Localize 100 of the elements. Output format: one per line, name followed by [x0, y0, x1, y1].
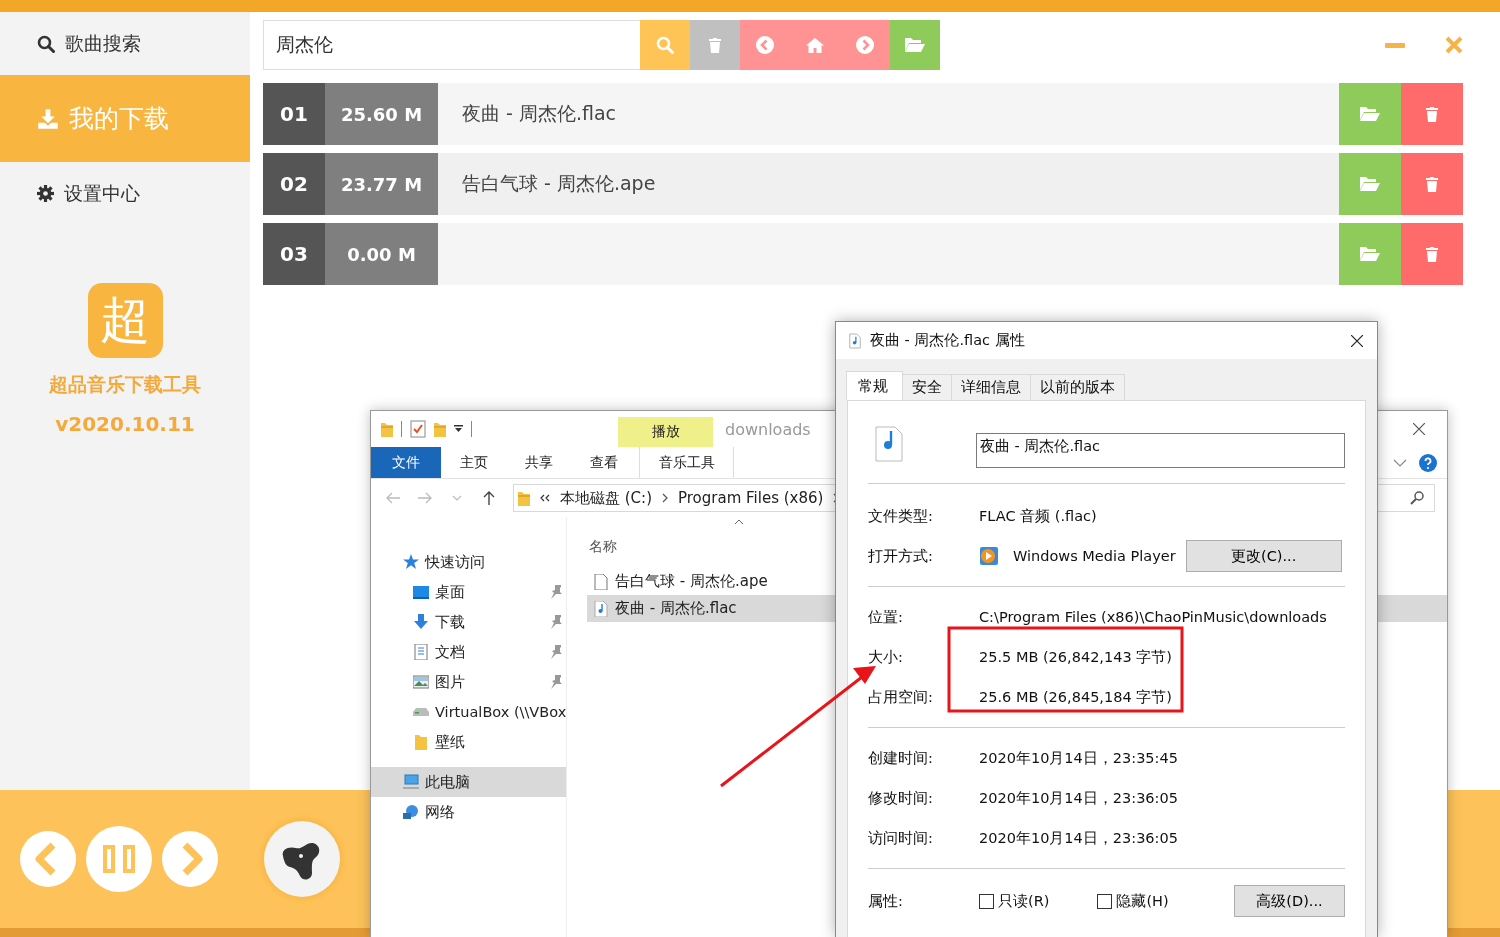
- sidebar-item[interactable]: 歌曲搜索: [0, 12, 250, 75]
- field-label: 文件类型:: [868, 506, 934, 526]
- desktop-icon: [413, 584, 429, 600]
- navigation-item[interactable]: 桌面: [371, 577, 566, 607]
- sidebar-item[interactable]: 设置中心: [0, 162, 250, 225]
- field-value: 25.5 MB (26,842,143 字节): [979, 647, 1172, 667]
- audio-file-icon: [874, 426, 904, 462]
- document-icon: [413, 644, 429, 660]
- file-name-field[interactable]: 夜曲 - 周杰伦.flac: [976, 433, 1345, 468]
- change-button[interactable]: 更改(C)...: [1185, 540, 1342, 572]
- row-number: 01: [263, 83, 325, 145]
- open-folder-button[interactable]: [1339, 83, 1401, 145]
- field-value: C:\Program Files (x86)\ChaoPinMusic\downloads: [979, 609, 1327, 625]
- help-icon: [1419, 453, 1437, 472]
- up-button[interactable]: [481, 490, 497, 506]
- field-label: 修改时间:: [868, 788, 934, 808]
- home-icon: [806, 37, 824, 53]
- ribbon-tab[interactable]: 共享: [506, 447, 571, 478]
- file-size: 23.77 M: [325, 153, 438, 215]
- trash-icon: [1425, 106, 1439, 122]
- breadcrumb-item[interactable]: Program Files (x86): [678, 489, 824, 507]
- folder-open-icon: [1359, 246, 1381, 262]
- close-icon: [1351, 334, 1363, 347]
- file-size: 0.00 M: [325, 223, 438, 285]
- dropdown-icon: [454, 425, 463, 433]
- trash-icon: [1425, 176, 1439, 192]
- dialog-title: 夜曲 - 周杰伦.flac 属性: [870, 331, 1025, 350]
- search-button[interactable]: [640, 20, 690, 70]
- back-button[interactable]: [385, 490, 401, 506]
- picture-icon: [413, 674, 429, 690]
- previous-button[interactable]: [20, 831, 76, 887]
- download-icon: [413, 614, 429, 630]
- search-field[interactable]: 周杰伦: [263, 20, 640, 70]
- audio-file-icon: [593, 600, 609, 617]
- folder-icon: [518, 490, 530, 506]
- next-icon: [162, 831, 218, 887]
- forward-icon: [417, 490, 433, 506]
- folder-icon: [413, 734, 429, 750]
- forward-button[interactable]: [417, 490, 433, 506]
- checkbox-label: 只读(R): [998, 891, 1050, 911]
- checkbox[interactable]: [979, 893, 994, 909]
- ribbon-tab[interactable]: 主页: [441, 447, 506, 478]
- open-folder-button[interactable]: [1339, 153, 1401, 215]
- navigation-item[interactable]: 图片: [371, 667, 566, 697]
- chevron-down-icon: [1393, 458, 1407, 467]
- tab[interactable]: 以前的版本: [1030, 374, 1125, 400]
- minimize-button[interactable]: [1385, 42, 1405, 48]
- field-value: 2020年10月14日，23:36:05: [979, 828, 1178, 848]
- close-button[interactable]: [1413, 423, 1425, 435]
- field-label: 占用空间:: [868, 687, 934, 707]
- next-button[interactable]: [162, 831, 218, 887]
- navigation-item[interactable]: 壁纸: [371, 727, 566, 757]
- fidget-spinner-button[interactable]: [264, 821, 340, 897]
- clear-button[interactable]: [690, 20, 740, 70]
- navigation-item[interactable]: 此电脑: [371, 767, 566, 797]
- field-label: 大小:: [868, 647, 904, 667]
- window-title: downloads: [725, 419, 811, 439]
- checkbox-label: 隐藏(H): [1116, 891, 1169, 911]
- navigation-item[interactable]: 快速访问: [371, 547, 566, 577]
- tab[interactable]: 常规: [846, 371, 903, 400]
- search-icon: [1410, 491, 1424, 505]
- delete-button[interactable]: [1401, 83, 1463, 145]
- help-button[interactable]: [1419, 453, 1437, 472]
- navigation-item[interactable]: 下载: [371, 607, 566, 637]
- pause-button[interactable]: [86, 826, 152, 892]
- ribbon-tab[interactable]: 查看: [571, 447, 636, 478]
- app-logo: 超: [87, 283, 163, 358]
- field-label: 创建时间:: [868, 748, 934, 768]
- navigation-item[interactable]: 网络: [371, 797, 566, 827]
- back-button[interactable]: [740, 20, 790, 70]
- network-icon: [403, 804, 419, 820]
- folder-icon: [381, 421, 393, 437]
- field-label: 访问时间:: [868, 828, 934, 848]
- breadcrumb-item[interactable]: 本地磁盘 (C:): [560, 488, 652, 508]
- properties-icon: [410, 420, 426, 438]
- field-value: Windows Media Player: [1013, 548, 1176, 564]
- folder-open-icon: [904, 37, 926, 53]
- drive-icon: [413, 708, 429, 716]
- sort-ascending-icon: [734, 519, 744, 525]
- contextual-tab-group: 播放: [618, 417, 713, 447]
- open-folder-button[interactable]: [890, 20, 940, 70]
- delete-button[interactable]: [1401, 153, 1463, 215]
- search-icon: [656, 36, 674, 54]
- trash-icon: [708, 37, 722, 53]
- back-icon: [385, 490, 401, 506]
- open-folder-button[interactable]: [1339, 223, 1401, 285]
- computer-icon: [403, 774, 419, 790]
- forward-button[interactable]: [840, 20, 890, 70]
- field-value: 25.6 MB (26,845,184 字节): [979, 687, 1172, 707]
- close-button[interactable]: [1351, 334, 1363, 347]
- advanced-button[interactable]: 高级(D)...: [1234, 885, 1345, 917]
- navigation-item[interactable]: 文档: [371, 637, 566, 667]
- field-value: FLAC 音频 (.flac): [979, 506, 1097, 526]
- checkbox[interactable]: [1097, 893, 1113, 909]
- delete-button[interactable]: [1401, 223, 1463, 285]
- navigation-item[interactable]: VirtualBox (\\VBox: [371, 697, 566, 727]
- trash-icon: [1425, 246, 1439, 262]
- pause-icon: [86, 826, 152, 892]
- field-label: 打开方式:: [868, 546, 934, 566]
- file-menu-tab[interactable]: 文件: [371, 447, 441, 478]
